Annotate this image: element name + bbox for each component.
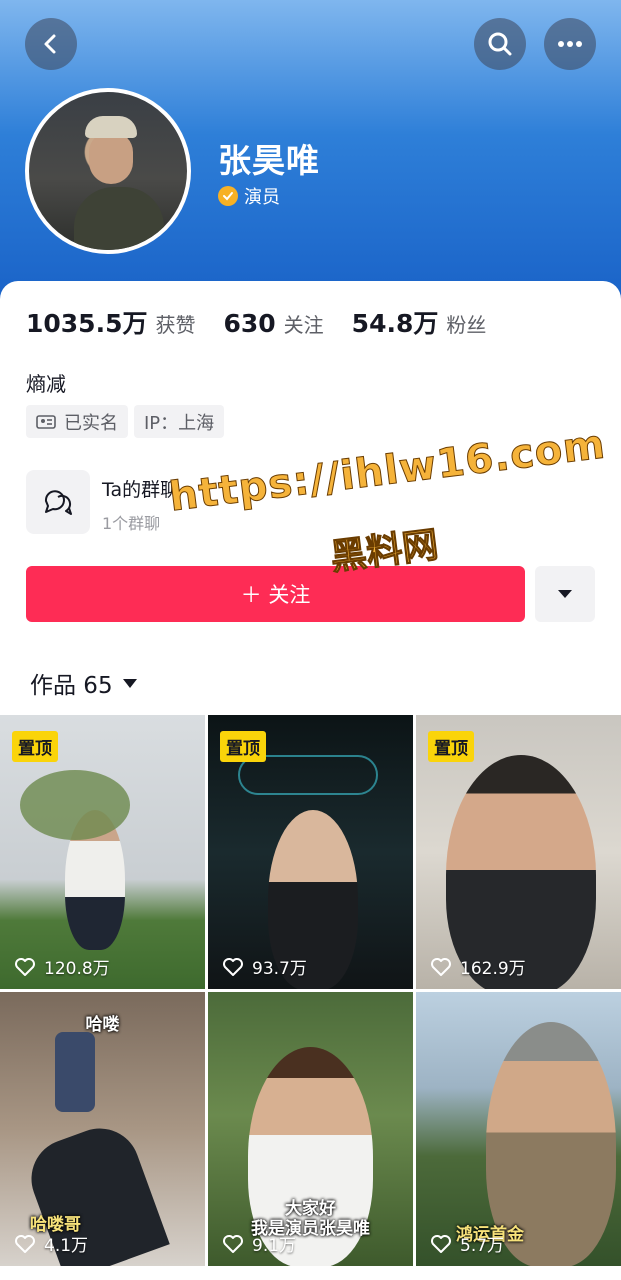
works-tab[interactable]: 作品 65 [30, 666, 137, 700]
verified-badge: 演员 [218, 183, 280, 209]
search-icon [488, 32, 512, 56]
video-likes: 120.8万 [14, 954, 110, 979]
chat-group-icon [26, 470, 90, 534]
pinned-badge: 置顶 [428, 731, 474, 762]
video-likes: 93.7万 [222, 954, 307, 979]
video-likes: 162.9万 [430, 954, 526, 979]
video-tile[interactable]: 哈喽 哈喽哥 4.1万 [0, 992, 205, 1266]
likes-count: 1035.5万 [26, 309, 148, 338]
pinned-badge: 置顶 [12, 731, 58, 762]
dropdown-icon [558, 590, 572, 598]
heart-icon [431, 957, 451, 976]
video-likes: 9.1万 [222, 1231, 296, 1256]
followers-label[interactable]: 粉丝 [446, 309, 486, 338]
verified-label: 演员 [244, 187, 280, 208]
video-likes: 4.1万 [14, 1231, 88, 1256]
group-chat-entry[interactable] [26, 470, 90, 534]
ip-label: IP：上海 [144, 412, 215, 434]
heart-icon [223, 1234, 243, 1253]
works-dropdown-icon [122, 678, 137, 688]
id-card-icon [36, 414, 56, 429]
more-options-button[interactable] [544, 18, 596, 70]
real-name-label: 已实名 [64, 412, 118, 434]
heart-icon [15, 957, 35, 976]
video-caption-top: 哈喽 [85, 1015, 120, 1035]
follow-dropdown-button[interactable] [535, 566, 595, 622]
works-label: 作品 65 [30, 673, 113, 699]
heart-icon [431, 1234, 451, 1253]
video-likes: 5.7万 [430, 1231, 504, 1256]
verified-icon [218, 186, 238, 206]
avatar[interactable] [25, 88, 191, 254]
follow-button[interactable]: ＋ 关注 [26, 566, 525, 622]
back-button[interactable] [25, 18, 77, 70]
pinned-badge: 置顶 [220, 731, 266, 762]
following-label[interactable]: 关注 [284, 309, 324, 338]
follow-label: ＋ 关注 [240, 583, 311, 607]
video-tile[interactable]: 置顶 162.9万 [416, 715, 621, 989]
back-icon [44, 34, 56, 54]
bio-text: 熵减 [26, 372, 66, 396]
stats-row: 1035.5万 获赞 630 关注 54.8万 粉丝 [26, 304, 514, 340]
more-icon [558, 41, 582, 47]
profile-name: 张昊唯 [218, 141, 320, 180]
video-tile[interactable]: 大家好 我是演员张昊唯 9.1万 [208, 992, 413, 1266]
video-tile[interactable]: 鸿运首金 5.7万 [416, 992, 621, 1266]
heart-icon [15, 1234, 35, 1253]
likes-label: 获赞 [155, 313, 196, 337]
followers-count[interactable]: 54.8万 [352, 304, 439, 340]
video-tile[interactable]: 置顶 93.7万 [208, 715, 413, 989]
group-chat-count: 1个群聊 [102, 514, 161, 533]
search-button[interactable] [474, 18, 526, 70]
ip-tag: IP：上海 [134, 405, 225, 438]
video-tile[interactable]: 置顶 120.8万 [0, 715, 205, 989]
real-name-tag: 已实名 [26, 405, 128, 438]
heart-icon [223, 957, 243, 976]
following-count[interactable]: 630 [223, 309, 275, 338]
